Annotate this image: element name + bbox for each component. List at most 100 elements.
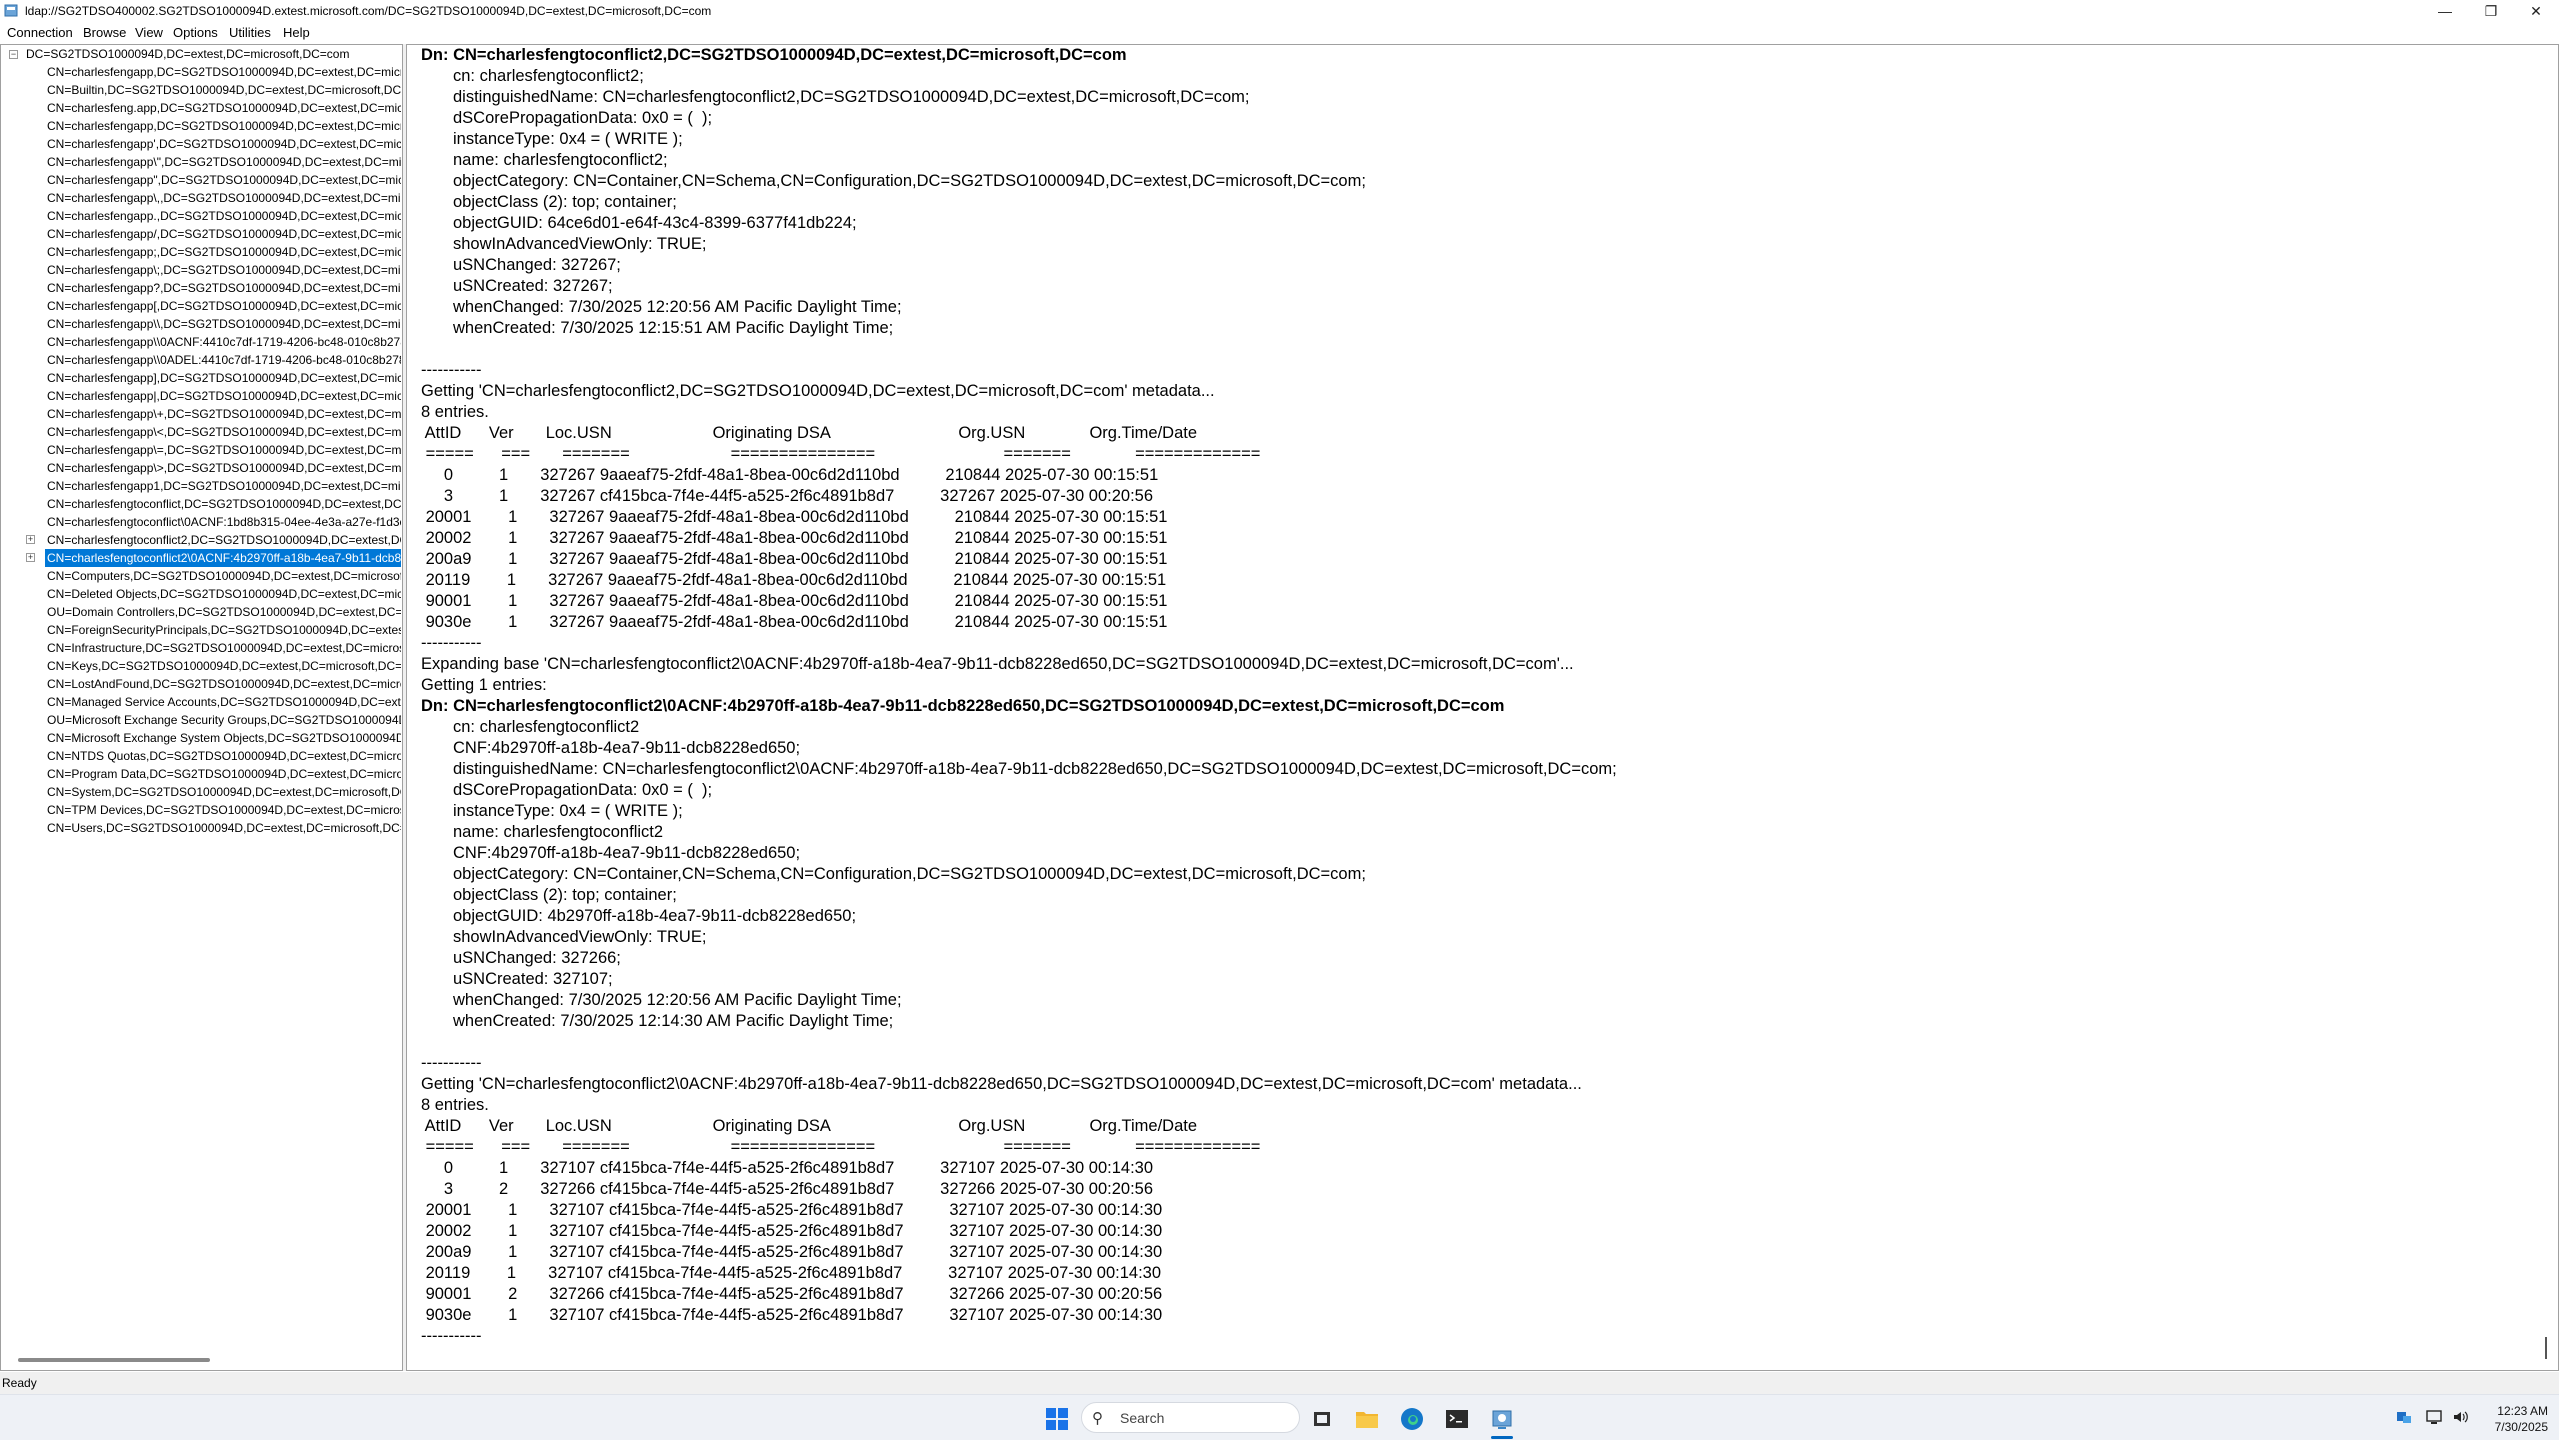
menu-help[interactable]: Help xyxy=(283,25,310,40)
output-line: 20002 1 327107 cf415bca-7f4e-44f5-a525-2… xyxy=(421,1222,1163,1240)
output-line: 9030e 1 327267 9aaeaf75-2fdf-48a1-8bea-0… xyxy=(421,613,1168,631)
close-icon: ✕ xyxy=(2530,2,2542,19)
tree-item[interactable]: CN=TPM Devices,DC=SG2TDSO1000094D,DC=ext… xyxy=(45,801,401,819)
close-button[interactable]: ✕ xyxy=(2513,0,2559,22)
tree-item[interactable]: CN=Managed Service Accounts,DC=SG2TDSO10… xyxy=(45,693,401,711)
tree-item[interactable]: CN=charlesfengtoconflict2,DC=SG2TDSO1000… xyxy=(45,531,401,549)
tree-item[interactable]: CN=charlesfengapp,DC=SG2TDSO1000094D,DC=… xyxy=(45,63,401,81)
output-line: objectGUID: 4b2970ff-a18b-4ea7-9b11-dcb8… xyxy=(453,907,857,925)
tree-item[interactable]: CN=NTDS Quotas,DC=SG2TDSO1000094D,DC=ext… xyxy=(45,747,401,765)
tree-item-label: CN=charlesfengtoconflict,DC=SG2TDSO10000… xyxy=(47,497,401,511)
tree-item[interactable]: CN=charlesfeng.app,DC=SG2TDSO1000094D,DC… xyxy=(45,99,401,117)
tree-item[interactable]: CN=Computers,DC=SG2TDSO1000094D,DC=extes… xyxy=(45,567,401,585)
tree-item[interactable]: CN=charlesfengtoconflict2\0ACNF:4b2970ff… xyxy=(45,549,401,567)
tree-item-label: CN=charlesfengapp1,DC=SG2TDSO1000094D,DC… xyxy=(47,479,401,493)
output-line: 20002 1 327267 9aaeaf75-2fdf-48a1-8bea-0… xyxy=(421,529,1168,547)
tree-item[interactable]: CN=charlesfengapp',DC=SG2TDSO1000094D,DC… xyxy=(45,135,401,153)
tree-item[interactable]: CN=charlesfengapp?,DC=SG2TDSO1000094D,DC… xyxy=(45,279,401,297)
tree-item[interactable]: CN=Deleted Objects,DC=SG2TDSO1000094D,DC… xyxy=(45,585,401,603)
tree-item[interactable]: CN=charlesfengapp1,DC=SG2TDSO1000094D,DC… xyxy=(45,477,401,495)
tree-item[interactable]: CN=charlesfengapp\",DC=SG2TDSO1000094D,D… xyxy=(45,153,401,171)
tree-item[interactable]: CN=Builtin,DC=SG2TDSO1000094D,DC=extest,… xyxy=(45,81,401,99)
maximize-button[interactable]: ❐ xyxy=(2468,0,2514,22)
tree-item[interactable]: CN=charlesfengapp.,DC=SG2TDSO1000094D,DC… xyxy=(45,207,401,225)
volume-button[interactable] xyxy=(2452,1408,2472,1428)
taskbar-search[interactable]: ⚲ Search xyxy=(1081,1402,1300,1433)
network-button[interactable] xyxy=(2425,1408,2445,1428)
terminal-button[interactable] xyxy=(1443,1405,1471,1433)
tree-item-label: OU=Domain Controllers,DC=SG2TDSO1000094D… xyxy=(47,605,401,619)
tree-root[interactable]: − DC=SG2TDSO1000094D,DC=extest,DC=microso… xyxy=(9,45,351,63)
start-button[interactable] xyxy=(1043,1405,1071,1433)
dn-heading: Dn: CN=charlesfengtoconflict2\0ACNF:4b29… xyxy=(421,697,1505,715)
menu-connection[interactable]: Connection xyxy=(7,25,73,40)
output-line: 9030e 1 327107 cf415bca-7f4e-44f5-a525-2… xyxy=(421,1306,1163,1324)
tree-item[interactable]: CN=charlesfengapp],DC=SG2TDSO1000094D,DC… xyxy=(45,369,401,387)
tree-item[interactable]: CN=charlesfengtoconflict\0ACNF:1bd8b315-… xyxy=(45,513,401,531)
output-line: 200a9 1 327267 9aaeaf75-2fdf-48a1-8bea-0… xyxy=(421,550,1168,568)
output-line: uSNChanged: 327266; xyxy=(453,949,621,967)
task-view-button[interactable] xyxy=(1308,1405,1336,1433)
collapse-icon[interactable]: − xyxy=(9,50,18,60)
output-line: whenChanged: 7/30/2025 12:20:56 AM Pacif… xyxy=(453,298,902,316)
tray-app-button[interactable] xyxy=(2395,1408,2415,1428)
ldp-app-icon xyxy=(1492,1410,1512,1429)
output-line: objectClass (2): top; container; xyxy=(453,193,677,211)
tree-item[interactable]: OU=Domain Controllers,DC=SG2TDSO1000094D… xyxy=(45,603,401,621)
tree-item-label: CN=Infrastructure,DC=SG2TDSO1000094D,DC=… xyxy=(47,641,401,655)
tree-item[interactable]: CN=charlesfengapp\\0ADEL:4410c7df-1719-4… xyxy=(45,351,401,369)
tree-item[interactable]: CN=charlesfengapp\<,DC=SG2TDSO1000094D,D… xyxy=(45,423,401,441)
tree-item[interactable]: CN=Keys,DC=SG2TDSO1000094D,DC=extest,DC=… xyxy=(45,657,401,675)
tree-item[interactable]: CN=charlesfengapp\,,DC=SG2TDSO1000094D,D… xyxy=(45,189,401,207)
tree-pane[interactable]: − DC=SG2TDSO1000094D,DC=extest,DC=microso… xyxy=(0,44,403,1371)
tree-item[interactable]: CN=Program Data,DC=SG2TDSO1000094D,DC=ex… xyxy=(45,765,401,783)
menu-browse[interactable]: Browse xyxy=(83,25,126,40)
tree-item[interactable]: CN=charlesfengapp\;,DC=SG2TDSO1000094D,D… xyxy=(45,261,401,279)
output-pane[interactable]: Dn: CN=charlesfengtoconflict2,DC=SG2TDSO… xyxy=(406,44,2559,1371)
tree-item[interactable]: CN=charlesfengapp",DC=SG2TDSO1000094D,DC… xyxy=(45,171,401,189)
tree-item[interactable]: CN=Users,DC=SG2TDSO1000094D,DC=extest,DC… xyxy=(45,819,401,837)
tree-horizontal-scrollbar[interactable] xyxy=(18,1358,210,1362)
file-explorer-button[interactable] xyxy=(1353,1405,1381,1433)
output-line: uSNCreated: 327107; xyxy=(453,970,613,988)
tree-item[interactable]: CN=charlesfengapp[,DC=SG2TDSO1000094D,DC… xyxy=(45,297,401,315)
tree-item[interactable]: CN=ForeignSecurityPrincipals,DC=SG2TDSO1… xyxy=(45,621,401,639)
tree-item-label: CN=charlesfengapp\",DC=SG2TDSO1000094D,D… xyxy=(47,155,401,169)
tree-item[interactable]: CN=charlesfengapp;,DC=SG2TDSO1000094D,DC… xyxy=(45,243,401,261)
expand-icon[interactable]: + xyxy=(26,553,35,562)
tree-item[interactable]: CN=charlesfengtoconflict,DC=SG2TDSO10000… xyxy=(45,495,401,513)
output-line: uSNChanged: 327267; xyxy=(453,256,621,274)
tree-item[interactable]: CN=charlesfengapp\+,DC=SG2TDSO1000094D,D… xyxy=(45,405,401,423)
edge-button[interactable] xyxy=(1398,1405,1426,1433)
output-vertical-scrollbar[interactable] xyxy=(2545,1337,2547,1359)
tree-item-label: CN=charlesfengapp\\,DC=SG2TDSO1000094D,D… xyxy=(47,317,401,331)
output-line: 20119 1 327267 9aaeaf75-2fdf-48a1-8bea-0… xyxy=(421,571,1167,589)
tree-item[interactable]: CN=charlesfengapp\>,DC=SG2TDSO1000094D,D… xyxy=(45,459,401,477)
menu-utilities[interactable]: Utilities xyxy=(229,25,271,40)
tree-item[interactable]: CN=Infrastructure,DC=SG2TDSO1000094D,DC=… xyxy=(45,639,401,657)
tree-item[interactable]: CN=charlesfengapp\\,DC=SG2TDSO1000094D,D… xyxy=(45,315,401,333)
tree-item[interactable]: CN=charlesfengapp\=,DC=SG2TDSO1000094D,D… xyxy=(45,441,401,459)
output-line: showInAdvancedViewOnly: TRUE; xyxy=(453,928,707,946)
tree-item[interactable]: CN=LostAndFound,DC=SG2TDSO1000094D,DC=ex… xyxy=(45,675,401,693)
dn-heading: Dn: CN=charlesfengtoconflict2,DC=SG2TDSO… xyxy=(421,46,1127,64)
menu-view[interactable]: View xyxy=(135,25,163,40)
tree-item[interactable]: CN=charlesfengapp,DC=SG2TDSO1000094D,DC=… xyxy=(45,117,401,135)
minimize-button[interactable]: — xyxy=(2422,0,2468,22)
ldp-taskbar-button[interactable] xyxy=(1488,1405,1516,1433)
menu-options[interactable]: Options xyxy=(173,25,218,40)
edge-icon xyxy=(1401,1408,1423,1430)
output-line: uSNCreated: 327267; xyxy=(453,277,613,295)
tree-item[interactable]: CN=charlesfengapp/,DC=SG2TDSO1000094D,DC… xyxy=(45,225,401,243)
taskbar-clock[interactable]: 12:23 AM 7/30/2025 xyxy=(2480,1403,2548,1435)
tree-item[interactable]: CN=Microsoft Exchange System Objects,DC=… xyxy=(45,729,401,747)
tree-item[interactable]: CN=charlesfengapp\\0ACNF:4410c7df-1719-4… xyxy=(45,333,401,351)
tree-item[interactable]: OU=Microsoft Exchange Security Groups,DC… xyxy=(45,711,401,729)
tree-item[interactable]: CN=charlesfengapp|,DC=SG2TDSO1000094D,DC… xyxy=(45,387,401,405)
expand-icon[interactable]: + xyxy=(26,535,35,544)
tree-item[interactable]: CN=System,DC=SG2TDSO1000094D,DC=extest,D… xyxy=(45,783,401,801)
output-line: ----------- xyxy=(421,634,482,652)
output-line: 20001 1 327267 9aaeaf75-2fdf-48a1-8bea-0… xyxy=(421,508,1168,526)
tree-item-label: CN=Program Data,DC=SG2TDSO1000094D,DC=ex… xyxy=(47,767,401,781)
tree-item-label: CN=charlesfeng.app,DC=SG2TDSO1000094D,DC… xyxy=(47,101,401,115)
